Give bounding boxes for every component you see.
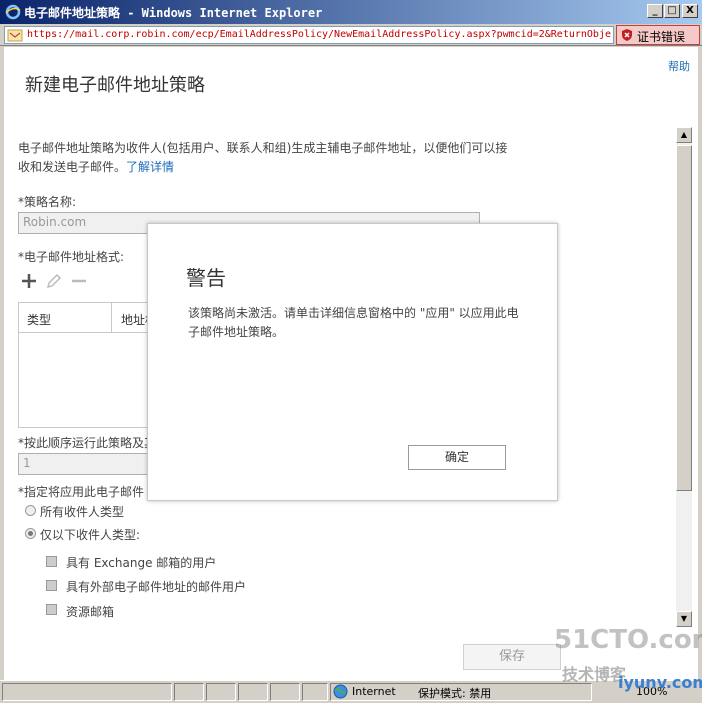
scroll-thumb[interactable] xyxy=(676,145,692,491)
status-bar: Internet 保护模式: 禁用 100% xyxy=(0,680,702,703)
status-cell xyxy=(270,683,300,701)
restore-button[interactable]: □ xyxy=(664,4,680,18)
status-zoom[interactable]: 100% xyxy=(636,685,667,698)
status-protected-mode: 保护模式: 禁用 xyxy=(418,687,492,700)
run-order-input[interactable]: 1 xyxy=(18,453,158,475)
internet-explorer-icon xyxy=(5,4,21,20)
dialog-title: 警告 xyxy=(186,266,226,290)
learn-more-link[interactable]: 了解详情 xyxy=(126,160,174,174)
status-cell xyxy=(174,683,204,701)
ok-button[interactable]: 确定 xyxy=(408,445,506,470)
page-icon xyxy=(7,29,23,42)
apply-to-label: *指定将应用此电子邮件 xyxy=(18,485,145,499)
edit-pencil-icon[interactable] xyxy=(45,272,63,290)
window-title: 电子邮件地址策略 - Windows Internet Explorer xyxy=(24,6,323,20)
scroll-down-arrow-icon[interactable]: ▼ xyxy=(676,611,692,627)
run-order-label: *按此顺序运行此策略及其 xyxy=(18,436,157,450)
shield-error-icon xyxy=(622,29,632,41)
window-titlebar: 电子邮件地址策略 - Windows Internet Explorer _ □… xyxy=(0,0,702,24)
radio-all-recipients[interactable] xyxy=(25,505,36,516)
email-format-grid: 类型 地址格 xyxy=(18,302,168,428)
grid-column-divider xyxy=(111,303,112,333)
status-zone: Internet xyxy=(352,685,396,698)
close-button[interactable]: X xyxy=(682,4,698,18)
warning-dialog: 警告 该策略尚未激活。请单击详细信息窗格中的 "应用" 以应用此电子邮件地址策略… xyxy=(147,223,558,501)
radio-all-recipients-label: 所有收件人类型 xyxy=(40,505,125,519)
page-title: 新建电子邮件地址策略 xyxy=(25,75,205,96)
remove-icon[interactable] xyxy=(70,272,88,290)
help-link[interactable]: 帮助 xyxy=(668,58,690,74)
checkbox-resource-mailboxes-label: 资源邮箱 xyxy=(66,605,115,619)
checkbox-exchange-mailbox-users-label: 具有 Exchange 邮箱的用户 xyxy=(66,556,217,570)
grid-column-type[interactable]: 类型 xyxy=(27,311,51,328)
grid-header: 类型 地址格 xyxy=(19,303,167,333)
add-icon[interactable] xyxy=(20,272,38,290)
checkbox-exchange-mailbox-users[interactable] xyxy=(46,556,57,567)
description-text: 电子邮件地址策略为收件人(包括用户、联系人和组)生成主辅电子邮件地址，以便他们可… xyxy=(18,141,508,174)
url-field[interactable]: https://mail.corp.robin.com/ecp/EmailAdd… xyxy=(4,26,614,44)
vertical-scrollbar[interactable]: ▲ ▼ xyxy=(676,127,692,627)
checkbox-external-mail-users[interactable] xyxy=(46,580,57,591)
save-button[interactable]: 保存 xyxy=(463,644,561,670)
minimize-button[interactable]: _ xyxy=(647,4,663,18)
certificate-error-button[interactable]: 证书错误 xyxy=(616,25,700,45)
scroll-up-arrow-icon[interactable]: ▲ xyxy=(676,127,692,143)
status-cell xyxy=(206,683,236,701)
address-bar: https://mail.corp.robin.com/ecp/EmailAdd… xyxy=(0,24,702,46)
certificate-error-label: 证书错误 xyxy=(637,30,686,44)
policy-name-label: *策略名称: xyxy=(18,195,77,209)
email-format-label: *电子邮件地址格式: xyxy=(18,250,125,264)
status-cell-main xyxy=(2,683,172,701)
checkbox-resource-mailboxes[interactable] xyxy=(46,604,57,615)
url-text: https://mail.corp.robin.com/ecp/EmailAdd… xyxy=(27,29,611,40)
radio-only-following-label: 仅以下收件人类型: xyxy=(40,528,141,542)
checkbox-external-mail-users-label: 具有外部电子邮件地址的邮件用户 xyxy=(66,580,247,594)
status-cell xyxy=(302,683,328,701)
status-cell xyxy=(238,683,268,701)
policy-description: 电子邮件地址策略为收件人(包括用户、联系人和组)生成主辅电子邮件地址，以便他们可… xyxy=(18,139,518,177)
page-content: 帮助 新建电子邮件地址策略 电子邮件地址策略为收件人(包括用户、联系人和组)生成… xyxy=(4,47,698,680)
dialog-message: 该策略尚未激活。请单击详细信息窗格中的 "应用" 以应用此电子邮件地址策略。 xyxy=(188,306,519,339)
radio-only-following[interactable] xyxy=(25,528,36,539)
globe-icon xyxy=(333,684,348,699)
